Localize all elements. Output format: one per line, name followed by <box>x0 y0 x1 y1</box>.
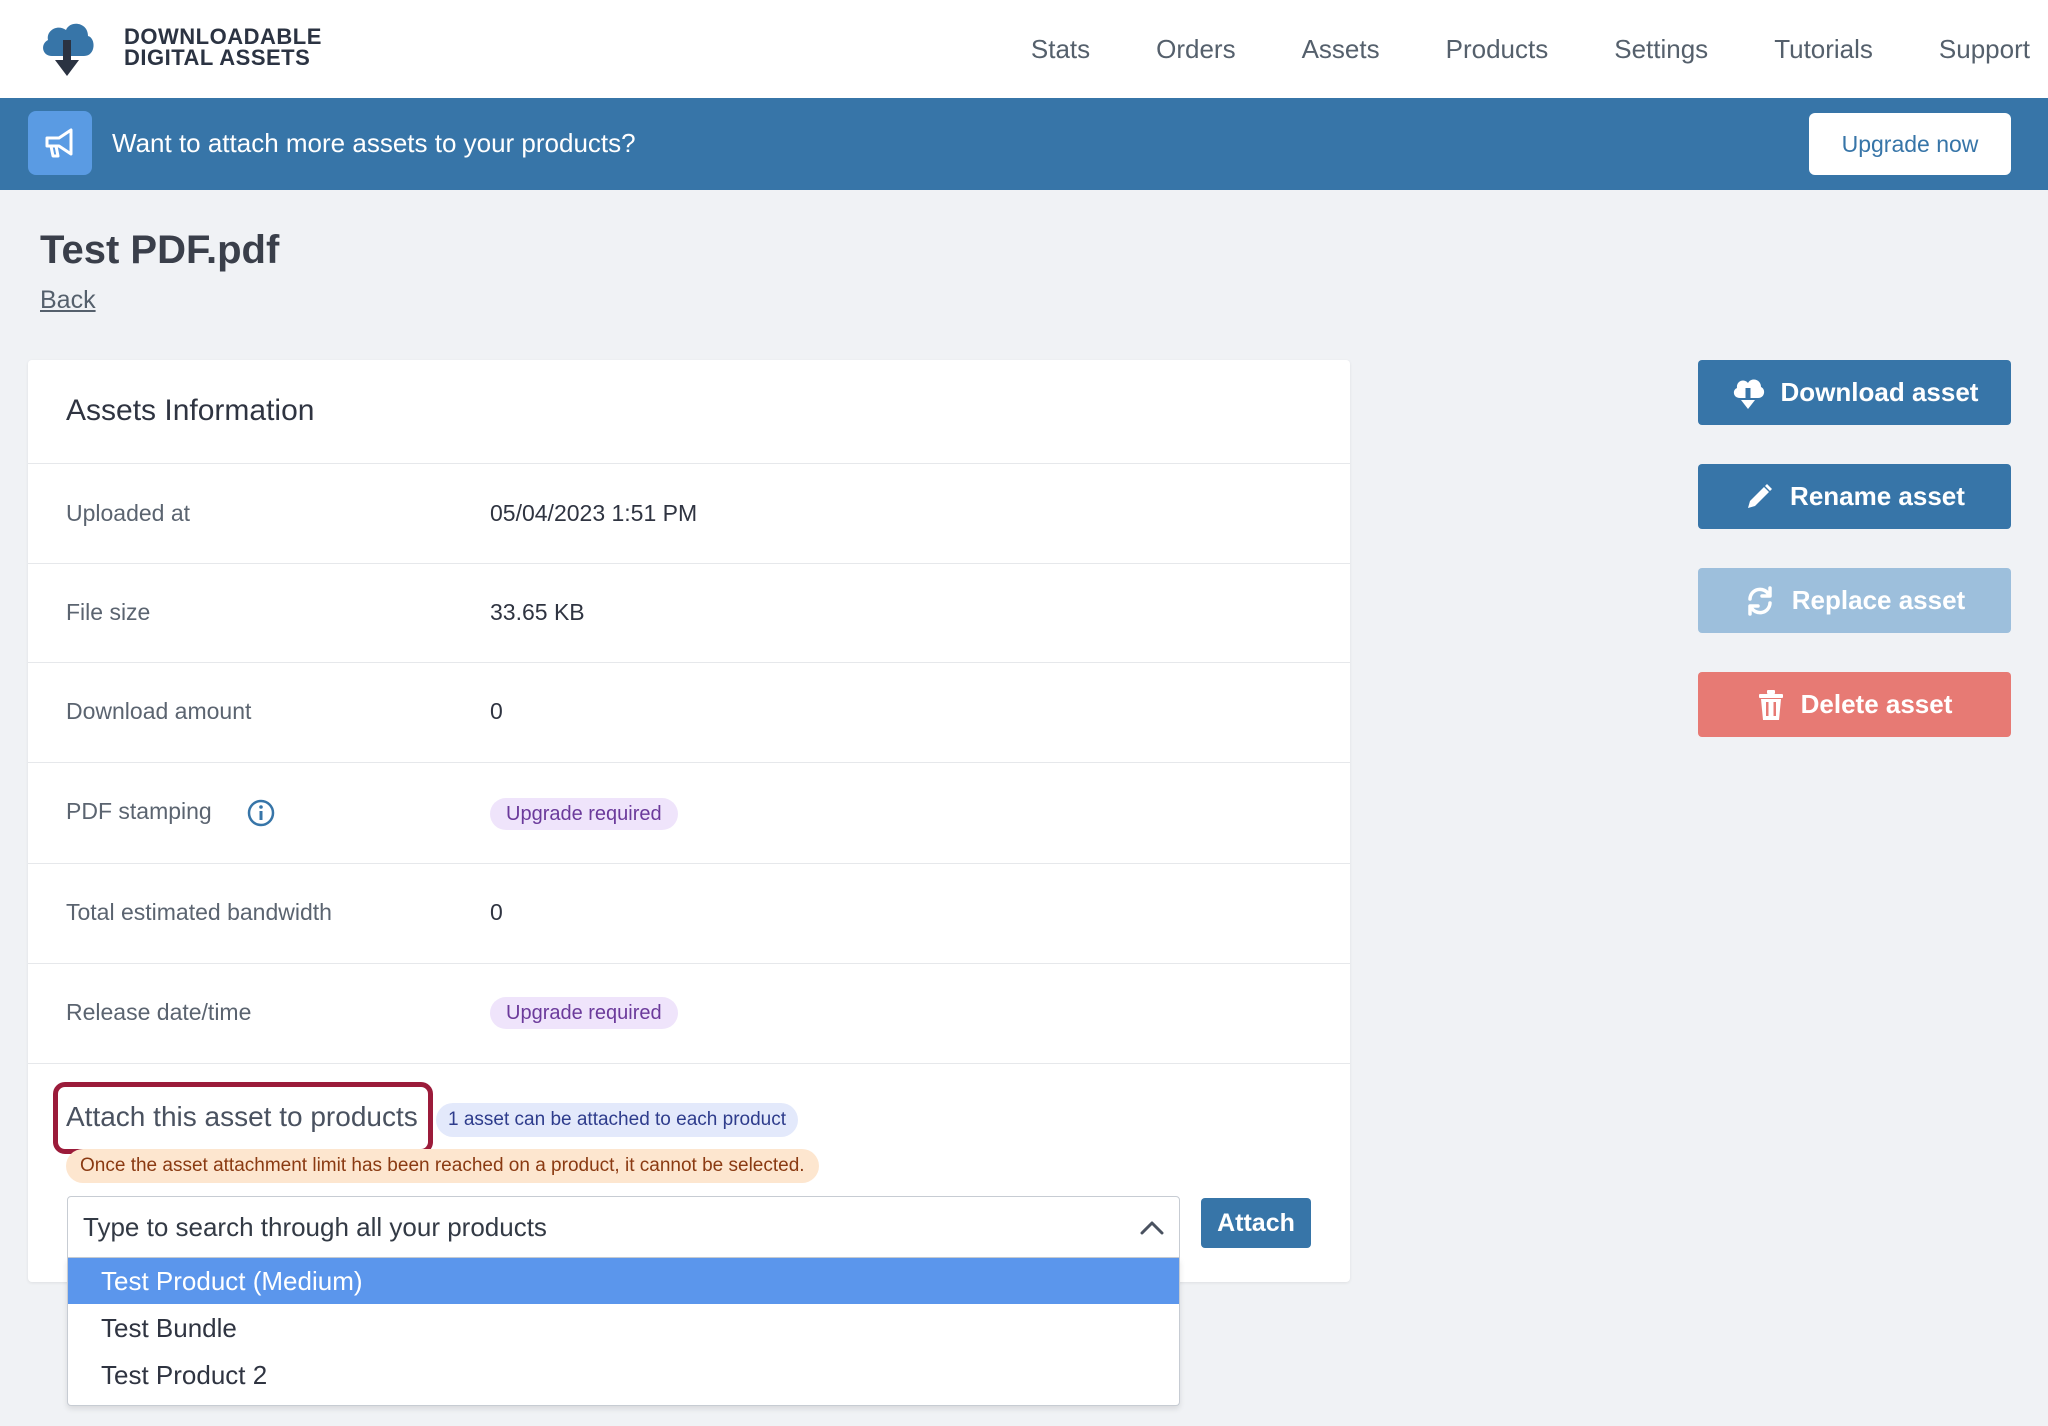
replace-asset-button[interactable]: Replace asset <box>1698 568 2011 633</box>
total-bandwidth-label: Total estimated bandwidth <box>66 899 332 925</box>
top-navigation: DOWNLOADABLE DIGITAL ASSETS Stats Orders… <box>0 0 2048 98</box>
nav-item-tutorials[interactable]: Tutorials <box>1774 34 1873 65</box>
megaphone-icon <box>28 111 92 175</box>
rename-asset-button[interactable]: Rename asset <box>1698 464 2011 529</box>
delete-asset-label: Delete asset <box>1800 689 1953 719</box>
info-icon[interactable] <box>246 798 276 828</box>
uploaded-at-label: Uploaded at <box>66 500 191 526</box>
cloud-download-icon <box>43 23 94 76</box>
total-bandwidth-value: 0 <box>490 899 503 925</box>
banner-message: Want to attach more assets to your produ… <box>112 128 636 158</box>
attach-label: Attach this asset to products <box>66 1101 418 1132</box>
brand-line-1: DOWNLOADABLE <box>124 24 322 49</box>
attach-limit-badge: 1 asset can be attached to each product <box>436 1103 799 1137</box>
trash-icon <box>1758 689 1783 720</box>
nav-item-assets[interactable]: Assets <box>1302 34 1380 65</box>
product-dropdown-list: Test Product (Medium) Test Bundle Test P… <box>67 1258 1180 1406</box>
dropdown-option[interactable]: Test Bundle <box>68 1305 1179 1351</box>
delete-asset-button[interactable]: Delete asset <box>1698 672 2011 737</box>
divider <box>28 662 1350 663</box>
download-asset-label: Download asset <box>1780 377 1979 407</box>
rename-asset-label: Rename asset <box>1790 481 1965 511</box>
pdf-stamping-label: PDF stamping <box>66 798 212 824</box>
divider <box>28 563 1350 564</box>
refresh-icon <box>1748 585 1772 616</box>
release-date-label: Release date/time <box>66 999 252 1025</box>
main-nav: Stats Orders Assets Products Settings Tu… <box>965 0 2048 98</box>
cloud-download-icon <box>1733 379 1764 409</box>
back-link[interactable]: Back <box>40 286 96 315</box>
card-title: Assets Information <box>66 394 315 427</box>
search-placeholder: Type to search through all your products <box>83 1212 547 1242</box>
dropdown-option[interactable]: Test Product (Medium) <box>68 1258 1179 1304</box>
pdf-stamping-upgrade-badge: Upgrade required <box>490 798 678 830</box>
release-date-upgrade-badge: Upgrade required <box>490 997 678 1029</box>
product-search-input[interactable]: Type to search through all your products <box>67 1196 1180 1258</box>
dropdown-option[interactable]: Test Product 2 <box>68 1352 1179 1398</box>
uploaded-at-value: 05/04/2023 1:51 PM <box>490 500 698 526</box>
download-amount-label: Download amount <box>66 698 252 724</box>
divider <box>28 963 1350 964</box>
pencil-icon <box>1748 483 1773 508</box>
attach-button[interactable]: Attach <box>1201 1198 1311 1248</box>
download-asset-button[interactable]: Download asset <box>1698 360 2011 425</box>
nav-item-products[interactable]: Products <box>1446 34 1549 65</box>
divider <box>28 463 1350 464</box>
brand-line-2: DIGITAL ASSETS <box>124 45 311 70</box>
replace-asset-label: Replace asset <box>1791 585 1966 615</box>
assets-information-card: Assets Information Uploaded at 05/04/202… <box>28 360 1350 1282</box>
file-size-label: File size <box>66 599 151 625</box>
nav-item-support[interactable]: Support <box>1939 34 2030 65</box>
divider <box>28 863 1350 864</box>
divider <box>28 762 1350 763</box>
page-title: Test PDF.pdf <box>40 228 280 272</box>
nav-item-stats[interactable]: Stats <box>1031 34 1090 65</box>
divider <box>28 1063 1350 1064</box>
upgrade-now-button[interactable]: Upgrade now <box>1809 113 2011 175</box>
attach-limit-warning: Once the asset attachment limit has been… <box>66 1149 819 1183</box>
file-size-value: 33.65 KB <box>490 599 585 625</box>
chevron-up-icon[interactable] <box>1137 1213 1167 1243</box>
download-amount-value: 0 <box>490 698 503 724</box>
brand-logo[interactable]: DOWNLOADABLE DIGITAL ASSETS <box>38 16 322 78</box>
upgrade-banner: Want to attach more assets to your produ… <box>0 98 2048 190</box>
nav-item-settings[interactable]: Settings <box>1614 34 1708 65</box>
nav-item-orders[interactable]: Orders <box>1156 34 1235 65</box>
brand-name: DOWNLOADABLE DIGITAL ASSETS <box>124 24 322 70</box>
